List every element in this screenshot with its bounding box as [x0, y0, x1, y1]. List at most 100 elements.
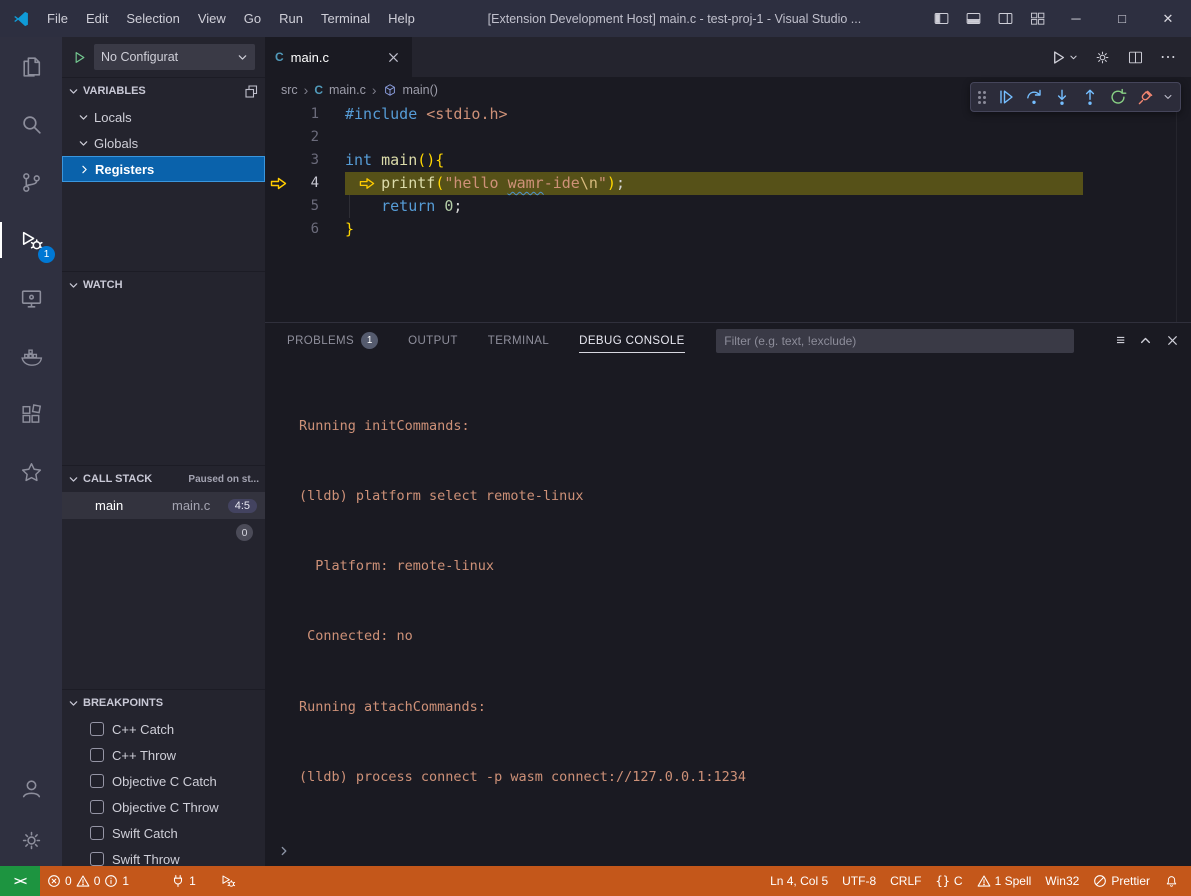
cursor-position[interactable]: Ln 4, Col 5	[763, 866, 835, 896]
gear-icon[interactable]	[1094, 49, 1111, 66]
menu-file[interactable]: File	[38, 0, 77, 37]
glyph-margin[interactable]	[265, 218, 291, 241]
step-over-button[interactable]	[1023, 87, 1044, 108]
console-input-row[interactable]	[265, 839, 1191, 863]
step-out-button[interactable]	[1079, 87, 1100, 108]
breakpoint-checkbox[interactable]	[90, 722, 104, 736]
docker-icon[interactable]	[0, 327, 62, 385]
step-into-button[interactable]	[1051, 87, 1072, 108]
close-panel-icon[interactable]	[1166, 334, 1179, 347]
platform-indicator[interactable]: Win32	[1038, 866, 1086, 896]
breadcrumb-file[interactable]: main.c	[329, 83, 366, 97]
menu-view[interactable]: View	[189, 0, 235, 37]
status-bar-right: Ln 4, Col 5 UTF-8 CRLF {}C 1 Spell Win32…	[763, 866, 1191, 896]
code-editor[interactable]: 1 #include <stdio.h> 2 3 int main(){	[265, 103, 1191, 322]
code-line-text[interactable]: #include <stdio.h>	[319, 103, 508, 126]
breakpoint-checkbox[interactable]	[90, 774, 104, 788]
menu-selection[interactable]: Selection	[117, 0, 188, 37]
eol-indicator[interactable]: CRLF	[883, 866, 928, 896]
maximize-panel-icon[interactable]	[1139, 334, 1152, 347]
tab-close-icon[interactable]	[385, 49, 402, 66]
language-mode[interactable]: {}C	[928, 866, 969, 896]
ports-status[interactable]: 1	[164, 866, 203, 896]
output-actions-icon[interactable]: ≡	[1116, 333, 1125, 348]
warning-icon	[977, 874, 991, 888]
run-and-debug-icon[interactable]: 1	[0, 211, 62, 269]
restart-button[interactable]	[1107, 87, 1128, 108]
breadcrumb-folder[interactable]: src	[281, 83, 298, 97]
variables-item-globals[interactable]: Globals	[62, 130, 265, 156]
glyph-margin[interactable]	[265, 149, 291, 172]
chevron-down-icon	[68, 474, 79, 485]
extensions-icon[interactable]	[0, 385, 62, 443]
close-button[interactable]: ✕	[1145, 0, 1191, 37]
watch-section-header[interactable]: WATCH	[62, 271, 265, 298]
breakpoint-checkbox[interactable]	[90, 852, 104, 866]
encoding-indicator[interactable]: UTF-8	[835, 866, 883, 896]
tab-label: main.c	[291, 50, 329, 65]
remote-explorer-icon[interactable]	[0, 269, 62, 327]
drag-handle-icon[interactable]	[978, 91, 986, 104]
frame-name: main	[95, 498, 172, 513]
start-debug-icon[interactable]	[72, 50, 87, 65]
tab-main-c[interactable]: C main.c	[265, 37, 412, 77]
menu-edit[interactable]: Edit	[77, 0, 117, 37]
menu-help[interactable]: Help	[379, 0, 424, 37]
explorer-icon[interactable]	[0, 37, 62, 95]
variables-section-header[interactable]: VARIABLES	[62, 77, 265, 104]
continue-button[interactable]	[995, 87, 1016, 108]
console-filter-input[interactable]	[724, 334, 1066, 348]
breakpoints-section-header[interactable]: BREAKPOINTS	[62, 689, 265, 716]
status-bar: >< 0 0 1 1 Ln 4, Col 5 UTF-8 CRLF {}C 1 …	[0, 866, 1191, 896]
breakpoint-checkbox[interactable]	[90, 800, 104, 814]
debug-status[interactable]	[213, 866, 243, 896]
glyph-margin[interactable]	[265, 172, 291, 195]
toggle-secondary-sidebar-icon[interactable]	[989, 0, 1021, 37]
menu-terminal[interactable]: Terminal	[312, 0, 379, 37]
code-line-text[interactable]: }	[319, 218, 354, 241]
breakpoint-checkbox[interactable]	[90, 826, 104, 840]
collapse-all-icon[interactable]	[243, 83, 259, 99]
search-icon[interactable]	[0, 95, 62, 153]
toggle-sidebar-icon[interactable]	[925, 0, 957, 37]
code-line-text[interactable]: int main(){	[319, 149, 444, 172]
menu-run[interactable]: Run	[270, 0, 312, 37]
glyph-margin[interactable]	[265, 126, 291, 149]
toggle-panel-icon[interactable]	[957, 0, 989, 37]
variables-item-locals[interactable]: Locals	[62, 104, 265, 130]
glyph-margin[interactable]	[265, 195, 291, 218]
settings-gear-icon[interactable]	[0, 814, 62, 866]
problems-status[interactable]: 0 0 1	[40, 866, 136, 896]
chevron-down-icon[interactable]	[1163, 92, 1173, 102]
stack-frame-row[interactable]: main main.c 4:5	[62, 492, 265, 519]
breakpoint-row: Swift Throw	[62, 846, 265, 866]
glyph-margin[interactable]	[265, 103, 291, 126]
tab-output[interactable]: OUTPUT	[408, 323, 458, 359]
tab-debug-console[interactable]: DEBUG CONSOLE	[579, 323, 685, 359]
minimize-button[interactable]: ─	[1053, 0, 1099, 37]
code-line-text[interactable]: return 0;	[319, 195, 462, 218]
accounts-icon[interactable]	[0, 762, 62, 814]
remote-indicator[interactable]: ><	[0, 866, 40, 896]
maximize-button[interactable]: □	[1099, 0, 1145, 37]
customize-layout-icon[interactable]	[1021, 0, 1053, 37]
breadcrumb-symbol[interactable]: main()	[403, 83, 438, 97]
disconnect-button[interactable]	[1135, 87, 1156, 108]
more-actions-icon[interactable]: ⋯	[1160, 47, 1177, 67]
spell-checker-status[interactable]: 1 Spell	[970, 866, 1039, 896]
code-line-text[interactable]	[319, 126, 345, 149]
formatter-status[interactable]: Prettier	[1086, 866, 1157, 896]
run-or-debug-button[interactable]	[1050, 49, 1078, 66]
variables-item-registers[interactable]: Registers	[62, 156, 265, 182]
tab-terminal[interactable]: TERMINAL	[488, 323, 549, 359]
menu-go[interactable]: Go	[235, 0, 270, 37]
source-control-icon[interactable]	[0, 153, 62, 211]
favorites-icon[interactable]	[0, 443, 62, 501]
tab-problems[interactable]: PROBLEMS1	[287, 323, 378, 359]
notifications-bell[interactable]	[1157, 866, 1191, 896]
debug-config-dropdown[interactable]: No Configurat	[94, 44, 255, 70]
breakpoint-checkbox[interactable]	[90, 748, 104, 762]
call-stack-section-header[interactable]: CALL STACK Paused on st...	[62, 465, 265, 492]
console-line: Running initCommands:	[299, 415, 1191, 438]
split-editor-icon[interactable]	[1127, 49, 1144, 66]
